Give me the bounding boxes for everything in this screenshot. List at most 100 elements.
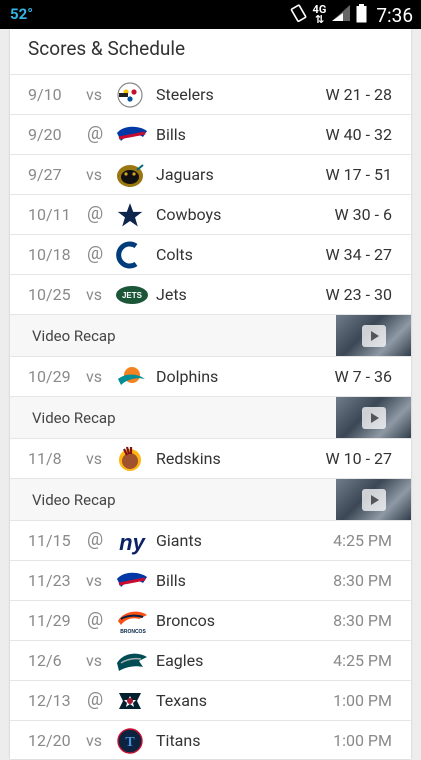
game-row[interactable]: 10/29 vs Dolphins W 7 - 36: [10, 356, 411, 396]
game-venue: vs: [86, 571, 103, 590]
video-recap-row[interactable]: Video Recap: [10, 478, 411, 521]
game-row[interactable]: 12/20 vs T Titans 1:00 PM: [10, 720, 411, 760]
clock: 7:36: [376, 3, 413, 27]
giants-logo-icon: ny: [115, 527, 146, 555]
card-title: Scores & Schedule: [28, 37, 186, 60]
opponent-name: Dolphins: [156, 367, 219, 386]
video-thumbnail[interactable]: [336, 397, 411, 439]
game-venue: vs: [86, 367, 103, 386]
video-recap-row[interactable]: Video Recap: [10, 314, 411, 357]
game-result: W 34 - 27: [325, 245, 393, 264]
video-recap-row[interactable]: Video Recap: [10, 396, 411, 439]
game-row[interactable]: 10/25 vs JETS Jets W 23 - 30: [10, 274, 411, 314]
game-row[interactable]: 12/13 @ Texans 1:00 PM: [10, 680, 411, 720]
opponent-name: Jaguars: [156, 165, 214, 184]
game-row[interactable]: 11/8 vs Redskins W 10 - 27: [10, 438, 411, 478]
opponent-name: Bills: [156, 125, 186, 144]
game-date: 11/23: [28, 571, 71, 590]
game-venue: @: [87, 123, 104, 144]
svg-text:T: T: [125, 735, 135, 750]
game-date: 12/20: [28, 731, 71, 750]
game-date: 9/20: [28, 125, 62, 144]
redskins-logo-icon: [115, 445, 145, 473]
game-venue: vs: [86, 651, 103, 670]
game-date: 12/13: [28, 691, 71, 710]
network-type-icon: 4G ⇅: [312, 3, 327, 26]
game-venue: vs: [86, 285, 103, 304]
game-date: 11/8: [28, 449, 62, 468]
battery-icon: [356, 3, 367, 27]
game-venue: vs: [86, 731, 103, 750]
opponent-name: Cowboys: [156, 205, 222, 224]
game-date: 10/29: [28, 367, 71, 386]
game-result: W 40 - 32: [325, 125, 393, 144]
game-time: 1:00 PM: [333, 731, 392, 750]
game-row[interactable]: 10/18 @ Colts W 34 - 27: [10, 234, 411, 274]
status-bar: 52° 4G ⇅ 7:36: [0, 0, 421, 29]
dolphins-logo-icon: [115, 363, 145, 391]
svg-text:JETS: JETS: [122, 291, 143, 300]
status-icons: 4G ⇅ 7:36: [290, 3, 413, 27]
bills-logo-icon: [115, 567, 147, 595]
game-venue: @: [87, 689, 104, 710]
game-result: W 23 - 30: [325, 285, 393, 304]
game-date: 11/29: [28, 611, 71, 630]
opponent-name: Colts: [156, 245, 193, 264]
play-icon[interactable]: [362, 489, 386, 511]
game-venue: @: [87, 529, 104, 550]
game-row[interactable]: 11/15 @ ny Giants 4:25 PM: [10, 520, 411, 560]
video-recap-label: Video Recap: [32, 327, 116, 345]
game-result: W 10 - 27: [325, 449, 393, 468]
broncos-logo-icon: BRONCOS: [115, 607, 147, 635]
video-thumbnail[interactable]: [336, 315, 411, 357]
game-venue: vs: [86, 165, 103, 184]
play-icon[interactable]: [362, 325, 386, 347]
game-venue: vs: [86, 449, 103, 468]
game-result: W 17 - 51: [325, 165, 393, 184]
game-row[interactable]: 9/20 @ Bills W 40 - 32: [10, 114, 411, 154]
opponent-name: Steelers: [156, 85, 214, 104]
game-date: 12/6: [28, 651, 62, 670]
scores-schedule-card: Scores & Schedule 9/10 vs Steelers W 21 - 2…: [10, 29, 411, 759]
opponent-name: Broncos: [156, 611, 215, 630]
opponent-name: Titans: [156, 731, 201, 750]
eagles-logo-icon: [115, 647, 147, 675]
game-result: W 7 - 36: [334, 367, 393, 386]
jaguars-logo-icon: [115, 161, 145, 189]
network-type-label: 4G: [312, 3, 327, 16]
game-date: 10/11: [28, 205, 71, 224]
opponent-name: Redskins: [156, 449, 221, 468]
bills-logo-icon: [115, 121, 147, 149]
opponent-name: Bills: [156, 571, 186, 590]
game-venue: @: [87, 243, 104, 264]
game-row[interactable]: 11/29 @ BRONCOS Broncos 8:30 PM: [10, 600, 411, 640]
game-time: 4:25 PM: [333, 651, 392, 670]
game-time: 8:30 PM: [333, 571, 392, 590]
game-row[interactable]: 12/6 vs Eagles 4:25 PM: [10, 640, 411, 680]
game-date: 11/15: [28, 531, 71, 550]
cowboys-logo-icon: [115, 200, 145, 229]
game-venue: @: [87, 203, 104, 224]
game-row[interactable]: 11/23 vs Bills 8:30 PM: [10, 560, 411, 600]
game-row[interactable]: 9/27 vs Jaguars W 17 - 51: [10, 154, 411, 194]
jets-logo-icon: JETS: [115, 281, 148, 309]
game-row[interactable]: 9/10 vs Steelers W 21 - 28: [10, 74, 411, 114]
game-date: 9/27: [28, 165, 62, 184]
game-row[interactable]: 10/11 @ Cowboys W 30 - 6: [10, 194, 411, 234]
texans-logo-icon: [115, 687, 145, 715]
play-icon[interactable]: [362, 407, 386, 429]
opponent-name: Texans: [156, 691, 207, 710]
svg-text:BRONCOS: BRONCOS: [120, 629, 146, 635]
colts-logo-icon: [115, 241, 145, 269]
video-thumbnail[interactable]: [336, 479, 411, 521]
svg-text:ny: ny: [119, 530, 146, 555]
game-date: 9/10: [28, 85, 62, 104]
game-date: 10/25: [28, 285, 71, 304]
titans-logo-icon: T: [115, 727, 145, 755]
signal-icon: [331, 4, 351, 26]
game-time: 1:00 PM: [333, 691, 392, 710]
game-result: W 21 - 28: [325, 85, 393, 104]
steelers-logo-icon: [115, 81, 145, 109]
opponent-name: Giants: [156, 531, 202, 550]
schedule-list: 9/10 vs Steelers W 21 - 28 9/20 @ Bills W 40 - …: [10, 74, 411, 760]
